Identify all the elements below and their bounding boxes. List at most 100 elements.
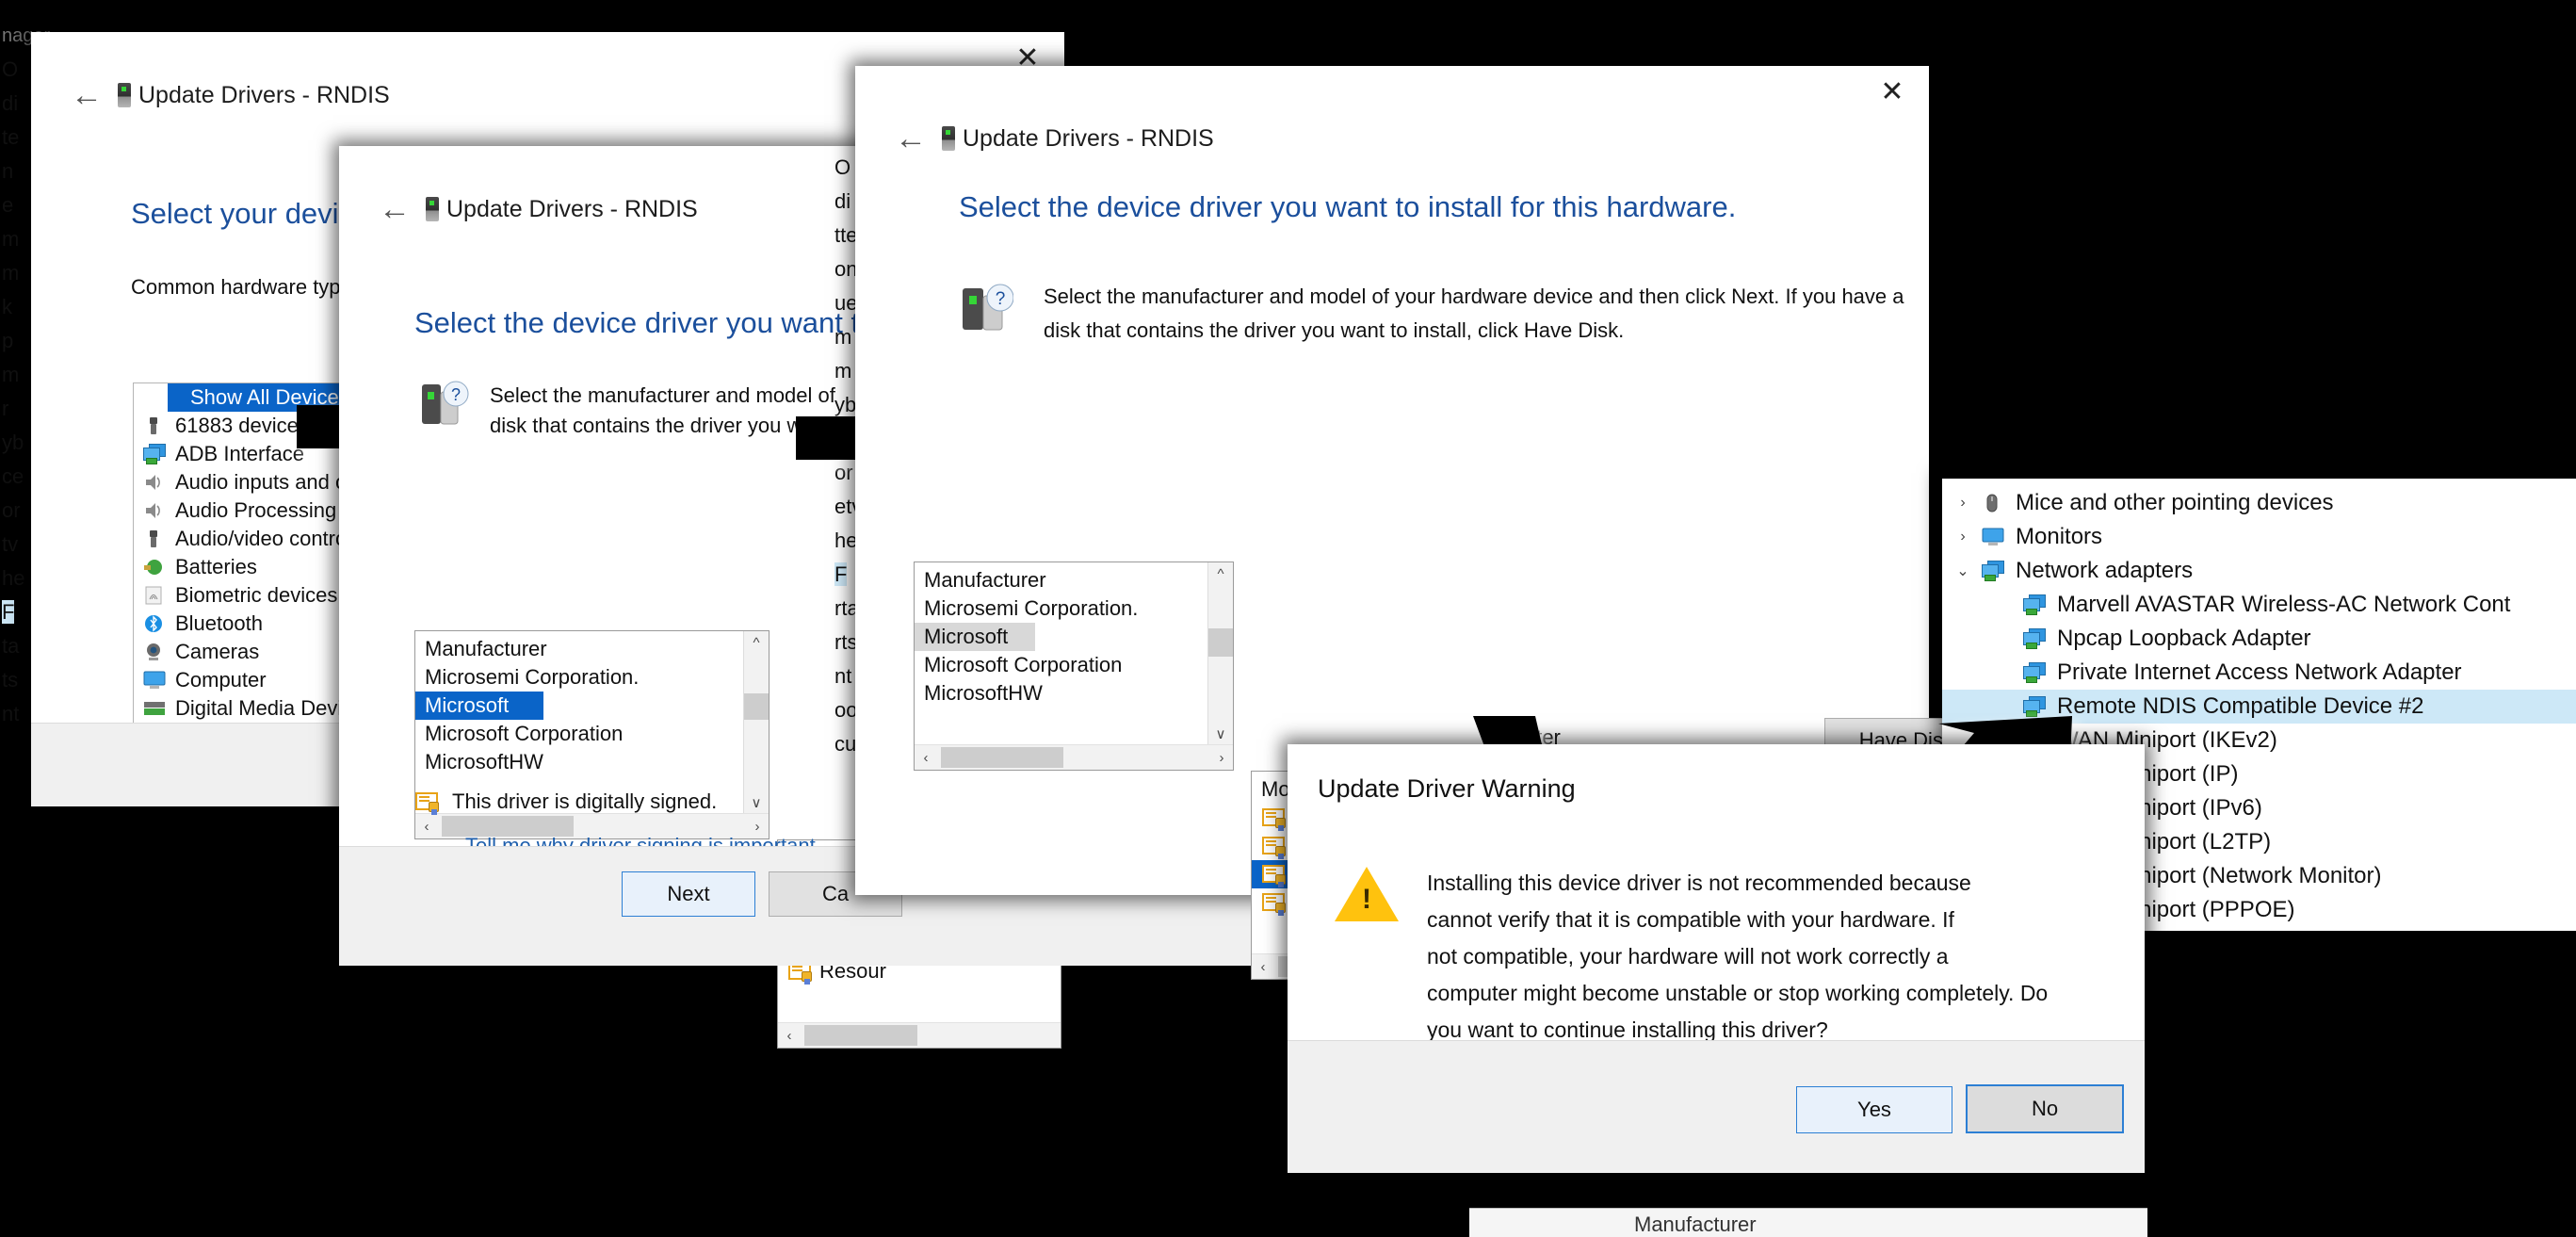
driver-signed-icon bbox=[1261, 864, 1286, 885]
hardware-type-label: Cameras bbox=[175, 640, 259, 664]
device-tree-label: Marvell AVASTAR Wireless-AC Network Cont bbox=[2057, 592, 2510, 618]
back-arrow-icon[interactable]: ← bbox=[895, 122, 923, 155]
manufacturer-item[interactable]: MicrosoftHW bbox=[415, 748, 769, 776]
chevron-right-icon[interactable]: › bbox=[1953, 529, 1972, 545]
warning-message-line: not compatible, your hardware will not w… bbox=[1427, 938, 2067, 975]
driver-signed-icon bbox=[1261, 892, 1286, 913]
speaker-icon bbox=[143, 500, 168, 521]
manufacturer-item[interactable]: Microsemi Corporation. bbox=[415, 663, 769, 692]
scroll-up-icon[interactable]: ^ bbox=[1208, 562, 1233, 585]
background-bottom-window: Manufacturer bbox=[1469, 1208, 2147, 1237]
device-tree-label: Mice and other pointing devices bbox=[2016, 490, 2334, 516]
window1-subheading: Common hardware types: bbox=[131, 275, 368, 300]
warning-message-line: cannot verify that it is compatible with… bbox=[1427, 902, 2067, 938]
window2-signed-text: This driver is digitally signed. bbox=[452, 789, 717, 814]
manufacturer-label: Microsoft Corporation bbox=[425, 722, 623, 746]
background-bottom-manufacturer-label: Manufacturer bbox=[1634, 1213, 1757, 1237]
window3-info-icon: ? bbox=[961, 281, 1013, 340]
yes-button[interactable]: Yes bbox=[1796, 1086, 1952, 1133]
device-tree-label: Remote NDIS Compatible Device #2 bbox=[2057, 693, 2424, 720]
fingerprint-icon bbox=[143, 585, 168, 606]
network-icon bbox=[143, 444, 168, 464]
manufacturer-item[interactable]: Microsemi Corporation. bbox=[915, 594, 1233, 623]
hardware-type-label: Batteries bbox=[175, 555, 257, 579]
manufacturer-item[interactable]: Microsoft bbox=[415, 692, 543, 720]
chevron-down-icon[interactable]: ⌄ bbox=[1953, 562, 1972, 580]
svg-text:?: ? bbox=[451, 385, 461, 404]
svg-text:?: ? bbox=[996, 289, 1006, 309]
window3-body-line2: disk that contains the driver you want t… bbox=[1044, 318, 1624, 343]
chevron-right-icon[interactable]: › bbox=[1953, 495, 1972, 512]
manufacturer-label: MicrosoftHW bbox=[425, 750, 543, 774]
scroll-down-icon[interactable]: ∨ bbox=[744, 791, 769, 814]
device-tree-label: Network adapters bbox=[2016, 558, 2193, 584]
manufacturer-label: Microsoft bbox=[924, 625, 1008, 649]
window2-body-line1: Select the manufacturer and model of bbox=[490, 383, 835, 408]
device-tree-row[interactable]: › Mice and other pointing devices bbox=[1942, 486, 2576, 520]
close-icon[interactable]: ✕ bbox=[1855, 66, 1929, 119]
window2-signed-row: This driver is digitally signed. bbox=[414, 789, 717, 814]
next-button[interactable]: Next bbox=[622, 871, 755, 917]
driver-signed-icon bbox=[1261, 807, 1286, 828]
manufacturer-label: Microsoft bbox=[425, 693, 509, 718]
manufacturer-item[interactable]: Microsoft bbox=[915, 623, 1035, 651]
bluetooth-icon bbox=[143, 613, 168, 634]
manufacturer-label: Microsemi Corporation. bbox=[425, 665, 639, 690]
speaker-icon bbox=[143, 472, 168, 493]
device-tree-label: Npcap Loopback Adapter bbox=[2057, 626, 2311, 652]
manufacturer-item[interactable]: MicrosoftHW bbox=[915, 679, 1233, 708]
media-icon bbox=[143, 698, 168, 719]
window3-nav: ← Update Drivers - RNDIS bbox=[855, 122, 1929, 155]
device-tree-row[interactable]: Private Internet Access Network Adapter bbox=[1942, 656, 2576, 690]
update-driver-warning-dialog[interactable]: Update Driver Warning Installing this de… bbox=[1288, 744, 2145, 1173]
device-tree-row[interactable]: Marvell AVASTAR Wireless-AC Network Cont bbox=[1942, 588, 2576, 622]
driver-signed-icon bbox=[414, 791, 439, 812]
camera-icon bbox=[143, 642, 168, 662]
usb-icon bbox=[143, 529, 168, 549]
warning-message-line: Installing this device driver is not rec… bbox=[1427, 865, 2067, 902]
device-tree-row[interactable]: Npcap Loopback Adapter bbox=[1942, 622, 2576, 656]
window2-model-hscroll[interactable]: ‹ bbox=[778, 1022, 1061, 1048]
warning-triangle-icon bbox=[1335, 867, 1399, 921]
mouse-icon bbox=[1982, 493, 2006, 513]
network-icon bbox=[1982, 561, 2006, 581]
window3-manufacturer-list[interactable]: Manufacturer Microsemi Corporation. Micro… bbox=[914, 562, 1234, 771]
network-icon bbox=[2023, 594, 2048, 615]
window3-manufacturer-hscroll[interactable]: ‹ › bbox=[915, 744, 1233, 770]
window2-title: Update Drivers - RNDIS bbox=[426, 196, 698, 223]
device-icon bbox=[942, 126, 955, 151]
manufacturer-item[interactable]: Microsoft Corporation bbox=[415, 720, 769, 748]
device-tree-row[interactable]: › Monitors bbox=[1942, 520, 2576, 554]
window3-titlebar[interactable]: ✕ bbox=[855, 66, 1929, 119]
scroll-left-icon[interactable]: ‹ bbox=[415, 814, 438, 838]
hardware-type-label: Computer bbox=[175, 668, 267, 692]
driver-signed-icon bbox=[1261, 836, 1286, 856]
scroll-left-icon[interactable]: ‹ bbox=[778, 1023, 801, 1048]
warning-dialog-message: Installing this device driver is not rec… bbox=[1427, 865, 2067, 1049]
manufacturer-header: Manufacturer bbox=[415, 631, 769, 663]
window1-title: Update Drivers - RNDIS bbox=[118, 82, 390, 109]
manufacturer-label: Microsemi Corporation. bbox=[924, 596, 1138, 621]
warning-message-line: computer might become unstable or stop w… bbox=[1427, 975, 2067, 1012]
hardware-type-label: Biometric devices bbox=[175, 583, 337, 608]
device-tree-label: Private Internet Access Network Adapter bbox=[2057, 659, 2462, 686]
monitor-icon bbox=[1982, 527, 2006, 547]
device-icon bbox=[426, 197, 439, 221]
manufacturer-label: Microsoft Corporation bbox=[924, 653, 1122, 677]
window3-title: Update Drivers - RNDIS bbox=[942, 125, 1214, 153]
scroll-right-icon[interactable]: › bbox=[1210, 745, 1233, 770]
device-tree-label: Monitors bbox=[2016, 524, 2102, 550]
scroll-down-icon[interactable]: ∨ bbox=[1208, 723, 1233, 745]
scroll-up-icon[interactable]: ^ bbox=[744, 631, 769, 654]
manufacturer-header: Manufacturer bbox=[915, 562, 1233, 594]
window2-manufacturer-vscroll[interactable]: ^ ∨ bbox=[743, 631, 769, 814]
hardware-type-label: ADB Interface bbox=[175, 442, 304, 466]
device-tree-row[interactable]: ⌄ Network adapters bbox=[1942, 554, 2576, 588]
manufacturer-item[interactable]: Microsoft Corporation bbox=[915, 651, 1233, 679]
no-button[interactable]: No bbox=[1966, 1084, 2124, 1133]
usb-icon bbox=[143, 415, 168, 436]
scroll-left-icon[interactable]: ‹ bbox=[1252, 954, 1274, 979]
network-icon bbox=[2023, 662, 2048, 683]
scroll-left-icon[interactable]: ‹ bbox=[915, 745, 937, 770]
window3-manufacturer-vscroll[interactable]: ^ ∨ bbox=[1207, 562, 1233, 745]
